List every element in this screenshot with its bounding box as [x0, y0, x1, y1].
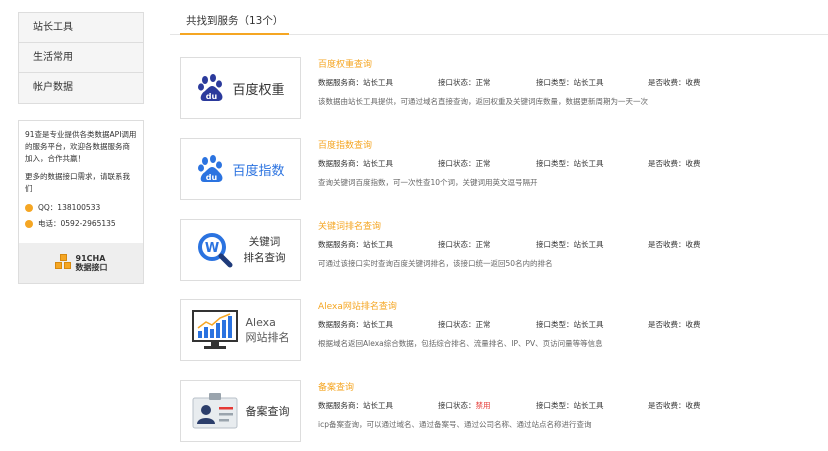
tab-results[interactable]: 共找到服务（13个）	[180, 12, 290, 35]
thumbnail-label: 备案查询	[245, 405, 290, 418]
fee: 是否收费：收费	[648, 240, 701, 249]
menu-item-daily-life[interactable]: 生活常用	[19, 43, 143, 73]
svg-text:du: du	[206, 173, 218, 182]
fee: 是否收费：收费	[648, 320, 701, 329]
status-value: 正常	[475, 320, 491, 329]
thumbnail-label-line-2: 排名查询	[243, 252, 286, 264]
monitor-chart-icon	[191, 310, 238, 349]
fee: 是否收费：收费	[648, 401, 701, 410]
status: 接口状态：禁用	[438, 401, 491, 410]
service-description: 根据域名返回Alexa综合数据，包括综合排名、流量排名、IP、PV、页访问量等等…	[318, 339, 603, 348]
api-type: 接口类型：站长工具	[536, 320, 604, 329]
status-value: 正常	[475, 78, 491, 87]
baidu-paw-icon: du	[198, 74, 223, 101]
service-item: W 关键词 排名查询 关键词排名查询 数据服务商：站长工具 接口状态：正常 接口…	[180, 219, 828, 281]
phone-contact: 电话：0592-2965135	[25, 217, 137, 231]
provider: 数据服务商：站长工具	[318, 401, 393, 410]
status: 接口状态：正常	[438, 78, 491, 87]
svg-text:W: W	[204, 241, 218, 256]
api-type: 接口类型：站长工具	[536, 240, 604, 249]
tab-bar: 共找到服务（13个）	[170, 0, 828, 35]
more-text: 更多的数据接口需求，请联系我们	[25, 172, 130, 193]
fee: 是否收费：收费	[648, 78, 701, 87]
service-item: Alexa 网站排名 Alexa网站排名查询 数据服务商：站长工具 接口状态：正…	[180, 299, 828, 361]
api-type: 接口类型：站长工具	[536, 159, 604, 168]
thumbnail-label-line-1: Alexa	[245, 316, 276, 329]
intro-text: 91查是专业提供各类数据API调用的服务平台，欢迎各数据服务商加入，合作共赢！	[25, 130, 137, 163]
provider: 数据服务商：站长工具	[318, 320, 393, 329]
menu-item-account-data[interactable]: 帐户数据	[19, 73, 143, 103]
category-menu: 站长工具 生活常用 帐户数据	[18, 12, 144, 104]
status: 接口状态：正常	[438, 320, 491, 329]
service-thumbnail[interactable]: W 关键词 排名查询	[180, 219, 301, 281]
fee: 是否收费：收费	[648, 159, 701, 168]
sidebar: 站长工具 生活常用 帐户数据 91查是专业提供各类数据API调用的服务平台，欢迎…	[18, 12, 144, 284]
thumbnail-label-line-1: 关键词	[248, 236, 281, 248]
qq-contact: QQ：138100533	[25, 201, 137, 215]
service-description: 查询关键词百度指数，可一次性查10个词，关键词用英文逗号隔开	[318, 178, 538, 187]
thumbnail-label-line-2: 网站排名	[245, 331, 290, 344]
cubes-icon	[54, 254, 73, 272]
menu-item-webmaster-tools[interactable]: 站长工具	[19, 13, 143, 43]
thumbnail-label: 百度权重	[232, 82, 285, 98]
qq-icon	[25, 204, 33, 212]
phone-icon	[25, 220, 33, 228]
logo-line-2: 数据接口	[75, 263, 108, 272]
status: 接口状态：正常	[438, 159, 491, 168]
service-title-link[interactable]: 备案查询	[318, 382, 828, 394]
service-thumbnail[interactable]: 备案查询	[180, 380, 301, 442]
status: 接口状态：正常	[438, 240, 491, 249]
service-item: du 百度指数 百度指数查询 数据服务商：站长工具 接口状态：正常 接口类型：站…	[180, 138, 828, 200]
logo-area: 91CHA 数据接口	[19, 243, 143, 283]
service-item: 备案查询 备案查询 数据服务商：站长工具 接口状态：禁用 接口类型：站长工具 是…	[180, 380, 828, 442]
service-title-link[interactable]: 百度指数查询	[318, 140, 828, 152]
thumbnail-label: 百度指数	[232, 163, 285, 179]
91cha-logo[interactable]: 91CHA 数据接口	[54, 254, 108, 272]
phone-number: 电话：0592-2965135	[38, 219, 116, 228]
status-value: 正常	[475, 159, 491, 168]
provider: 数据服务商：站长工具	[318, 78, 393, 87]
logo-line-1: 91CHA	[75, 254, 106, 263]
w-magnifier-icon: W	[197, 233, 232, 268]
info-panel: 91查是专业提供各类数据API调用的服务平台，欢迎各数据服务商加入，合作共赢！ …	[18, 120, 144, 284]
provider: 数据服务商：站长工具	[318, 240, 393, 249]
baidu-paw-icon: du	[198, 155, 223, 182]
service-thumbnail[interactable]: du 百度权重	[180, 57, 301, 119]
service-title-link[interactable]: 百度权重查询	[318, 59, 828, 71]
provider: 数据服务商：站长工具	[318, 159, 393, 168]
svg-text:du: du	[206, 92, 218, 101]
service-item: du 百度权重 百度权重查询 数据服务商：站长工具 接口状态：正常 接口类型：站…	[180, 57, 828, 119]
status-value-disabled: 禁用	[475, 401, 491, 410]
main-content: 共找到服务（13个） du 百度权重 百度权重查询 数据服务商：站长工具 接口状…	[170, 0, 828, 442]
api-type: 接口类型：站长工具	[536, 78, 604, 87]
qq-number: QQ：138100533	[38, 203, 101, 212]
service-description: 该数据由站长工具提供，可通过域名直接查询，返回权重及关键词库数量，数据更新周期为…	[318, 97, 648, 106]
service-description: icp备案查询，可以通过域名、通过备案号、通过公司名称、通过站点名称进行查询	[318, 420, 592, 429]
service-title-link[interactable]: 关键词排名查询	[318, 221, 828, 233]
service-thumbnail[interactable]: du 百度指数	[180, 138, 301, 200]
service-title-link[interactable]: Alexa网站排名查询	[318, 301, 828, 313]
api-type: 接口类型：站长工具	[536, 401, 604, 410]
service-thumbnail[interactable]: Alexa 网站排名	[180, 299, 301, 361]
status-value: 正常	[475, 240, 491, 249]
service-description: 可通过该接口实时查询百度关键词排名，该接口统一返回50名内的排名	[318, 259, 553, 268]
id-card-icon	[192, 393, 237, 429]
